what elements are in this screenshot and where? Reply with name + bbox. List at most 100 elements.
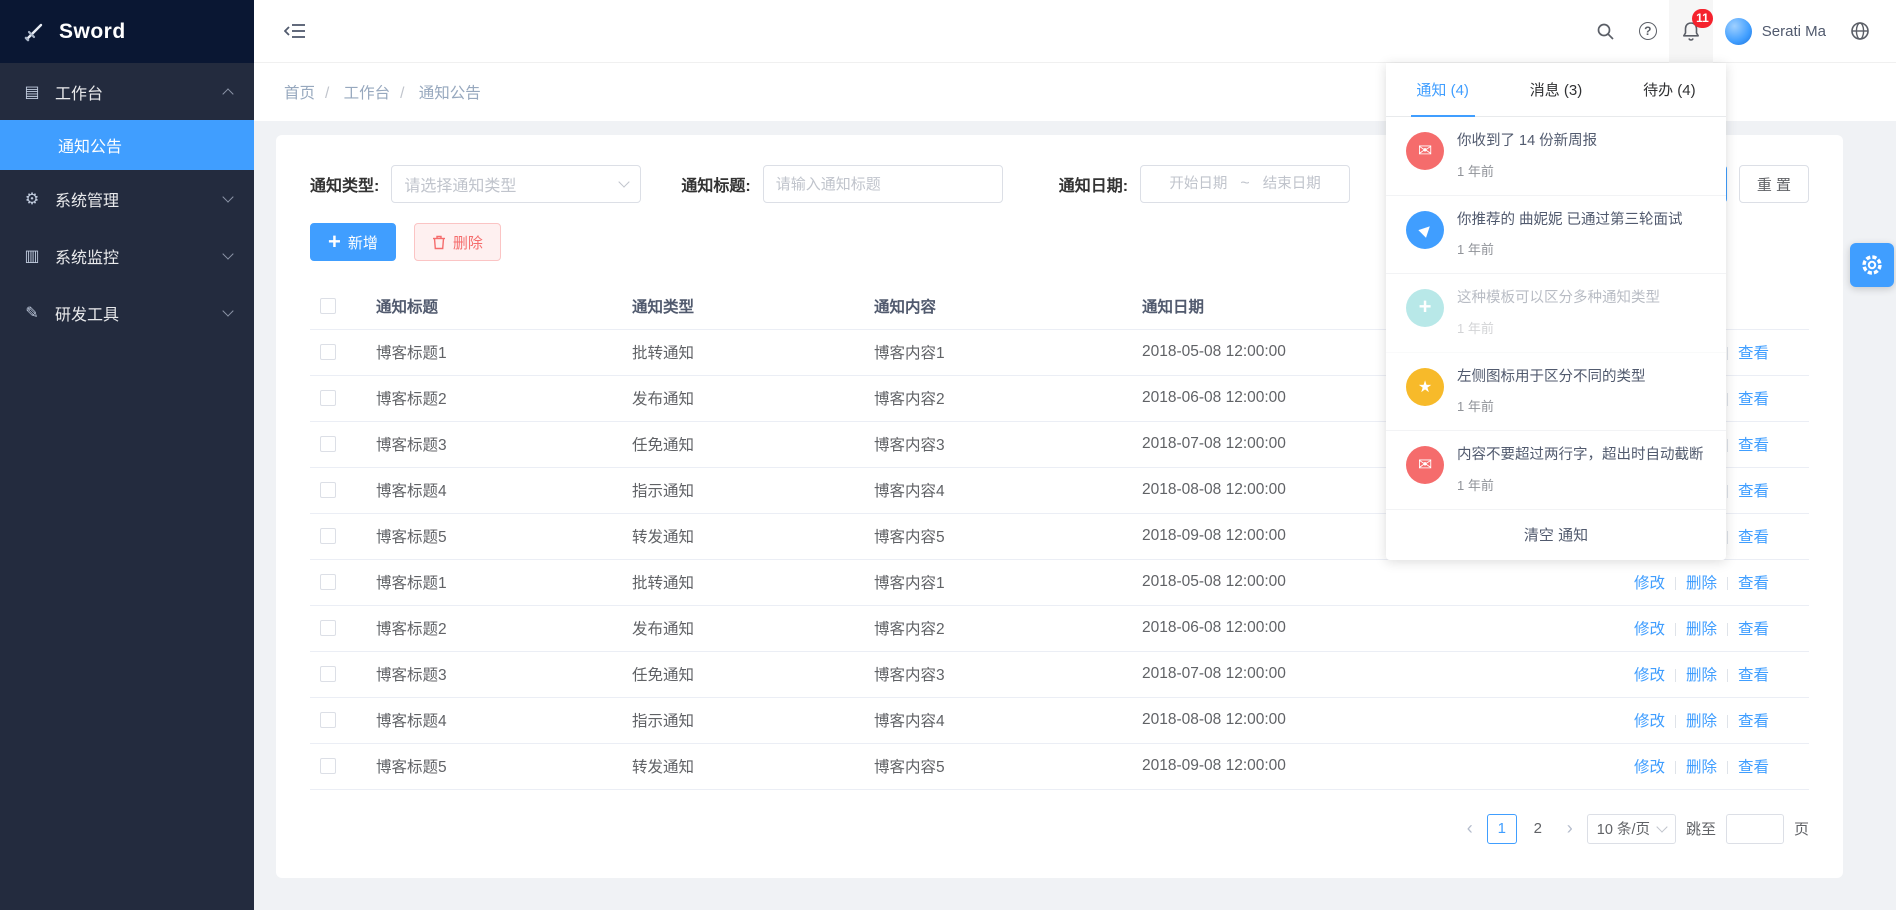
cell-title: 博客标题4 xyxy=(366,467,622,513)
notification-title: 这种模板可以区分多种通知类型 xyxy=(1457,289,1660,309)
search-button[interactable] xyxy=(1584,0,1627,63)
notification-tab[interactable]: 通知 (4) xyxy=(1386,63,1499,116)
view-link[interactable]: 查看 xyxy=(1738,529,1769,546)
view-link[interactable]: 查看 xyxy=(1738,437,1769,454)
sidebar-item[interactable]: 研发工具 xyxy=(0,284,254,341)
row-checkbox[interactable] xyxy=(320,666,336,682)
prev-page-button[interactable] xyxy=(1463,818,1477,839)
notification-item[interactable]: 你推荐的 曲妮妮 已通过第三轮面试 1 年前 xyxy=(1386,196,1726,275)
view-link[interactable]: 查看 xyxy=(1738,483,1769,500)
select-all-checkbox[interactable] xyxy=(320,298,336,314)
notice-type-placeholder: 请选择通知类型 xyxy=(404,172,516,196)
notifications-button[interactable]: 11 xyxy=(1669,0,1713,63)
breadcrumb-item: 首页 xyxy=(284,81,315,103)
row-checkbox[interactable] xyxy=(320,482,336,498)
cell-title: 博客标题4 xyxy=(366,697,622,743)
view-link[interactable]: 查看 xyxy=(1738,713,1769,730)
view-link[interactable]: 查看 xyxy=(1738,621,1769,638)
clear-notifications-button[interactable]: 清空 通知 xyxy=(1386,510,1726,560)
cell-content: 博客内容5 xyxy=(864,743,1132,789)
row-checkbox[interactable] xyxy=(320,620,336,636)
action-divider xyxy=(1727,485,1728,498)
help-button[interactable]: ? xyxy=(1627,0,1669,63)
cell-date: 2018-06-08 12:00:00 xyxy=(1132,605,1432,651)
edit-link[interactable]: 修改 xyxy=(1634,759,1665,776)
sidebar-item[interactable]: 系统管理 xyxy=(0,170,254,227)
delete-link[interactable]: 删除 xyxy=(1686,575,1717,592)
row-checkbox[interactable] xyxy=(320,574,336,590)
reset-button[interactable]: 重 置 xyxy=(1739,165,1809,203)
notification-time: 1 年前 xyxy=(1457,475,1704,494)
notice-title-input[interactable] xyxy=(763,165,1003,203)
notification-tab[interactable]: 消息 (3) xyxy=(1499,63,1612,116)
notification-item[interactable]: 左侧图标用于区分不同的类型 1 年前 xyxy=(1386,353,1726,432)
breadcrumb-link[interactable]: 首页 xyxy=(284,85,315,102)
question-icon: ? xyxy=(1639,22,1657,40)
row-checkbox[interactable] xyxy=(320,436,336,452)
notification-item[interactable]: 内容不要超过两行字，超出时自动截断 1 年前 xyxy=(1386,431,1726,510)
view-link[interactable]: 查看 xyxy=(1738,345,1769,362)
dev-tools-icon xyxy=(22,303,42,323)
notification-item[interactable]: 这种模板可以区分多种通知类型 1 年前 xyxy=(1386,274,1726,353)
date-end-input[interactable] xyxy=(1256,175,1328,193)
row-checkbox[interactable] xyxy=(320,344,336,360)
notice-title-label: 通知标题: xyxy=(681,172,750,196)
sidebar-item[interactable]: 系统监控 xyxy=(0,227,254,284)
cell-content: 博客内容4 xyxy=(864,697,1132,743)
cell-content: 博客内容1 xyxy=(864,559,1132,605)
page-number-button[interactable]: 2 xyxy=(1523,814,1553,844)
delete-link[interactable]: 删除 xyxy=(1686,667,1717,684)
breadcrumb-item: / 工作台 xyxy=(315,81,390,103)
edit-link[interactable]: 修改 xyxy=(1634,575,1665,592)
settings-button[interactable] xyxy=(1850,243,1894,287)
breadcrumb-link[interactable]: 通知公告 xyxy=(419,85,481,102)
notification-title: 左侧图标用于区分不同的类型 xyxy=(1457,368,1646,388)
edit-link[interactable]: 修改 xyxy=(1634,621,1665,638)
cell-type: 批转通知 xyxy=(622,559,864,605)
row-checkbox[interactable] xyxy=(320,528,336,544)
delete-link[interactable]: 删除 xyxy=(1686,713,1717,730)
cell-type: 指示通知 xyxy=(622,467,864,513)
view-link[interactable]: 查看 xyxy=(1738,667,1769,684)
view-link[interactable]: 查看 xyxy=(1738,759,1769,776)
chevron-icon xyxy=(222,191,233,202)
column-title: 通知标题 xyxy=(366,283,622,329)
row-checkbox[interactable] xyxy=(320,390,336,406)
notification-tab[interactable]: 待办 (4) xyxy=(1613,63,1726,116)
delete-link[interactable]: 删除 xyxy=(1686,621,1717,638)
row-checkbox[interactable] xyxy=(320,758,336,774)
sidebar-menu: 工作台 通知公告 系统管理 系统监控 研 xyxy=(0,63,254,341)
date-start-input[interactable] xyxy=(1162,175,1234,193)
jump-suffix-label: 页 xyxy=(1794,818,1809,839)
breadcrumb-link[interactable]: 工作台 xyxy=(344,85,391,102)
row-checkbox[interactable] xyxy=(320,712,336,728)
edit-link[interactable]: 修改 xyxy=(1634,667,1665,684)
breadcrumb-item: / 通知公告 xyxy=(390,81,481,103)
user-menu[interactable]: Serati Ma xyxy=(1713,18,1838,45)
column-type: 通知类型 xyxy=(622,283,864,329)
notification-item[interactable]: 你收到了 14 份新周报 1 年前 xyxy=(1386,117,1726,196)
sidebar-item[interactable]: 通知公告 xyxy=(0,120,254,170)
page-size-select[interactable]: 10 条/页 xyxy=(1587,814,1676,844)
cell-type: 任免通知 xyxy=(622,421,864,467)
cell-type: 任免通知 xyxy=(622,651,864,697)
delete-link[interactable]: 删除 xyxy=(1686,759,1717,776)
sidebar-item[interactable]: 工作台 xyxy=(0,63,254,120)
notice-type-select[interactable]: 请选择通知类型 xyxy=(391,165,641,203)
collapse-sidebar-button[interactable] xyxy=(284,0,318,63)
date-range-picker[interactable]: ~ xyxy=(1140,165,1350,203)
page-number-button[interactable]: 1 xyxy=(1487,814,1517,844)
delete-button[interactable]: 删除 xyxy=(414,223,501,261)
user-name: Serati Ma xyxy=(1762,23,1826,40)
language-button[interactable] xyxy=(1838,0,1870,63)
next-page-button[interactable] xyxy=(1563,818,1577,839)
jump-page-input[interactable] xyxy=(1726,814,1784,844)
app-logo[interactable]: Sword xyxy=(0,0,254,63)
view-link[interactable]: 查看 xyxy=(1738,391,1769,408)
action-divider xyxy=(1727,347,1728,360)
chevron-down-icon xyxy=(619,176,630,187)
add-button[interactable]: 新增 xyxy=(310,223,396,261)
table-row: 博客标题3 任免通知 博客内容3 2018-07-08 12:00:00 修改删… xyxy=(310,651,1809,697)
edit-link[interactable]: 修改 xyxy=(1634,713,1665,730)
view-link[interactable]: 查看 xyxy=(1738,575,1769,592)
